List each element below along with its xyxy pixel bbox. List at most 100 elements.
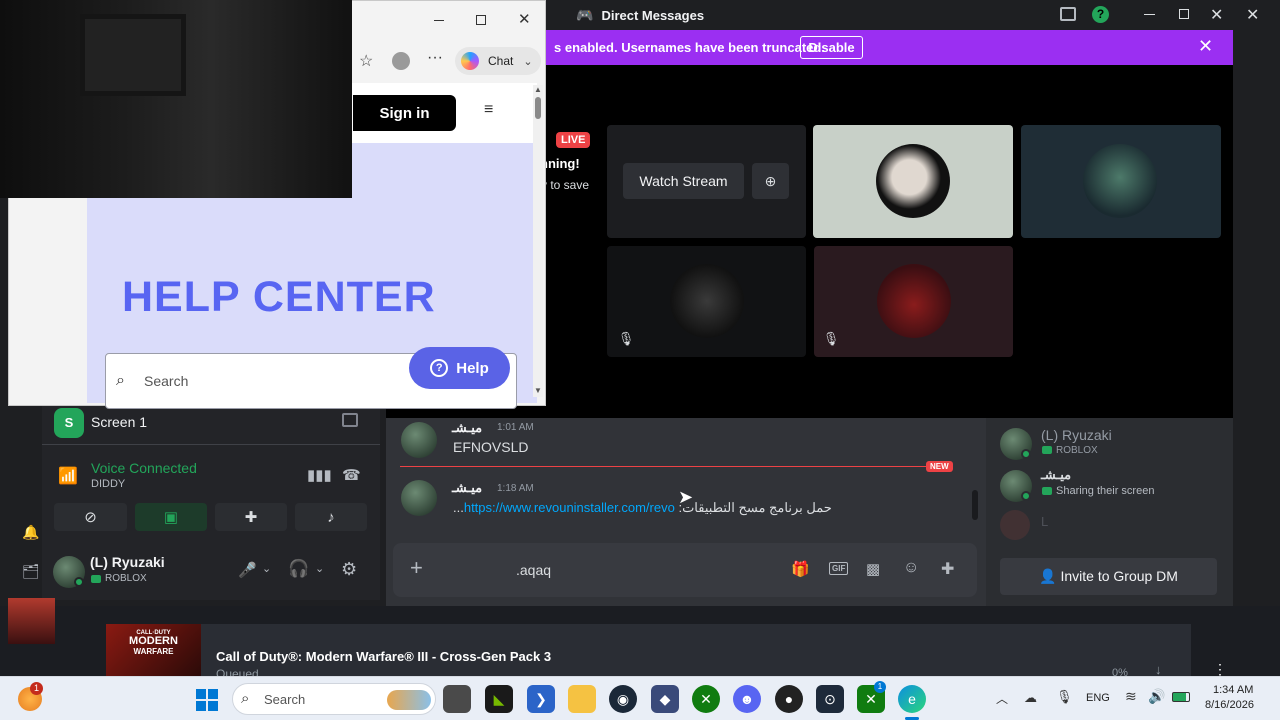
- clock-time[interactable]: 1:34 AM: [1213, 684, 1253, 696]
- emoji-icon[interactable]: ☺: [903, 559, 919, 577]
- xbox-icon[interactable]: ✕: [692, 685, 720, 713]
- help-icon[interactable]: ?: [1092, 6, 1109, 23]
- help-link-icon[interactable]: 🗂: [22, 563, 40, 580]
- headset-icon[interactable]: 🎧: [288, 559, 309, 579]
- app-icon[interactable]: ⊙: [816, 685, 844, 713]
- chevron-up-icon[interactable]: ︿: [996, 690, 1008, 707]
- gift-icon[interactable]: 🎁: [791, 560, 810, 578]
- volume-icon[interactable]: 🔊: [1148, 688, 1165, 705]
- avatar: [877, 264, 951, 338]
- sticker-icon[interactable]: ▩: [866, 560, 880, 578]
- close-icon[interactable]: ✕: [518, 10, 531, 28]
- stream-tile[interactable]: Watch Stream ⊕: [607, 125, 806, 238]
- file-explorer-icon[interactable]: [568, 685, 596, 713]
- mic-icon[interactable]: 🎤: [238, 561, 257, 579]
- message-input[interactable]: .aqaq: [516, 562, 551, 578]
- sign-in-button[interactable]: Sign in: [353, 95, 456, 131]
- favorites-icon[interactable]: ☆: [359, 51, 373, 71]
- avatar[interactable]: [401, 480, 437, 516]
- banner-close-icon[interactable]: ✕: [1198, 36, 1213, 57]
- download-icon[interactable]: ↓: [1155, 662, 1162, 677]
- nvidia-icon[interactable]: ◣: [485, 685, 513, 713]
- member-name[interactable]: ميـشـ: [1041, 467, 1071, 483]
- popout-stream-icon[interactable]: ⊕: [752, 163, 789, 199]
- scroll-thumb[interactable]: [535, 97, 541, 119]
- start-icon[interactable]: [196, 689, 218, 711]
- signal-icon: 📶: [58, 468, 78, 485]
- message-text: EFNOVSLD: [453, 439, 529, 455]
- message-author[interactable]: ميـشـ: [452, 480, 482, 496]
- obs-icon[interactable]: ●: [775, 685, 803, 713]
- noise-suppression-icon[interactable]: ▮▮▮: [307, 466, 332, 484]
- scroll-up-icon[interactable]: ▲: [534, 85, 542, 94]
- soundboard-button[interactable]: ♪: [295, 503, 367, 531]
- camera-off-button[interactable]: ⊘: [54, 503, 127, 531]
- mouse-cursor-icon: ➤: [678, 487, 694, 507]
- powershell-icon[interactable]: ❯: [527, 685, 555, 713]
- copilot-chat-button[interactable]: Chat ⌄: [455, 47, 541, 75]
- message-time: 1:01 AM: [497, 422, 534, 433]
- avatar[interactable]: [401, 422, 437, 458]
- message-author[interactable]: ميـشـ: [452, 420, 482, 436]
- discord-icon[interactable]: ☻: [733, 685, 761, 713]
- screen-share-button[interactable]: ▣: [135, 503, 207, 531]
- chevron-down-icon[interactable]: ⌄: [315, 562, 324, 575]
- close-icon[interactable]: ✕: [1210, 5, 1223, 25]
- outer-close-icon[interactable]: ✕: [1246, 5, 1259, 25]
- steam-icon[interactable]: ◉: [609, 685, 637, 713]
- inbox-icon[interactable]: [1060, 7, 1076, 21]
- chat-button-label: Chat: [488, 54, 514, 68]
- popout-icon[interactable]: [342, 413, 358, 427]
- participant-tile[interactable]: [1021, 125, 1221, 238]
- gif-icon[interactable]: GIF: [829, 562, 849, 575]
- app-icon[interactable]: ◆: [651, 685, 679, 713]
- xbox-badge: 1: [874, 681, 886, 693]
- voice-channel[interactable]: DIDDY: [91, 478, 125, 490]
- clock-date[interactable]: 8/16/2026: [1205, 699, 1254, 711]
- member-activity: Sharing their screen: [1056, 485, 1155, 497]
- taskbar-search[interactable]: ⌕ Search: [232, 683, 436, 715]
- message-composer[interactable]: + .aqaq 🎁 GIF ▩ ☺ ✚: [393, 543, 977, 597]
- disconnect-icon[interactable]: ☎: [342, 466, 361, 484]
- mic-icon[interactable]: 🎙: [1056, 689, 1073, 705]
- profile-icon[interactable]: [392, 52, 410, 70]
- message-link[interactable]: https://www.revouninstaller.com/revo: [464, 500, 675, 515]
- chevron-down-icon[interactable]: ⌄: [262, 562, 271, 575]
- avatar[interactable]: [1000, 510, 1030, 540]
- language-indicator[interactable]: ENG: [1086, 692, 1110, 704]
- wifi-icon[interactable]: ≋: [1125, 688, 1137, 705]
- help-button[interactable]: ? Help: [409, 347, 510, 389]
- screen-share-icon: [1042, 487, 1052, 495]
- participant-tile[interactable]: 🎙: [814, 246, 1013, 357]
- hamburger-menu-icon[interactable]: ≡: [484, 101, 493, 119]
- voice-status[interactable]: Voice Connected: [91, 460, 197, 476]
- search-highlight-icon: [387, 690, 431, 710]
- apps-icon[interactable]: ✚: [941, 559, 954, 579]
- edge-icon[interactable]: e: [898, 685, 926, 713]
- minimize-icon[interactable]: [1144, 14, 1155, 15]
- scrollbar[interactable]: ▲ ▼: [533, 85, 543, 397]
- participant-tile[interactable]: [813, 125, 1013, 238]
- watch-stream-button[interactable]: Watch Stream: [623, 163, 744, 199]
- disable-button[interactable]: Disable: [800, 36, 863, 59]
- member-name[interactable]: L: [1041, 514, 1048, 529]
- more-options-icon[interactable]: ···: [427, 49, 443, 67]
- battery-icon[interactable]: [1172, 692, 1190, 702]
- game-title[interactable]: Call of Duty®: Modern Warfare® III - Cro…: [216, 649, 551, 664]
- scrollbar[interactable]: [972, 490, 978, 520]
- maximize-icon[interactable]: [476, 15, 486, 25]
- minimize-icon[interactable]: [434, 20, 444, 21]
- member-name[interactable]: (L) Ryuzaki: [1041, 427, 1112, 443]
- participant-tile[interactable]: 🎙: [607, 246, 806, 357]
- onedrive-icon[interactable]: ☁: [1024, 690, 1037, 706]
- activities-button[interactable]: ✚: [215, 503, 287, 531]
- task-view-icon[interactable]: [443, 685, 471, 713]
- invite-to-group-dm-button[interactable]: 👤 Invite to Group DM: [1000, 558, 1217, 595]
- gear-icon[interactable]: ⚙: [341, 559, 357, 580]
- maximize-icon[interactable]: [1179, 9, 1189, 19]
- add-attachment-icon[interactable]: +: [410, 555, 423, 581]
- user-name[interactable]: (L) Ryuzaki: [90, 554, 165, 570]
- game-thumbnail[interactable]: CALL·DUTY MODERN WARFARE: [106, 624, 201, 676]
- scroll-down-icon[interactable]: ▼: [534, 386, 542, 395]
- notification-bell-icon[interactable]: 🔔: [22, 524, 39, 541]
